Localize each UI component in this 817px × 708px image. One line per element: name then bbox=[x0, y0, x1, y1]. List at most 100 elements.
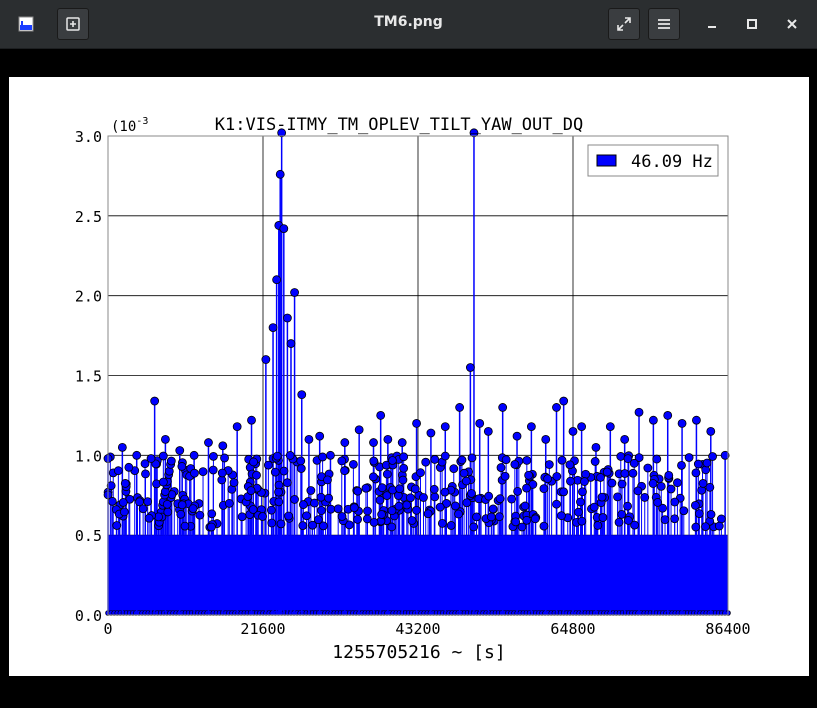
cloud-point bbox=[670, 497, 680, 507]
cloud-point bbox=[282, 478, 292, 488]
cloud-point bbox=[120, 479, 130, 488]
close-icon bbox=[787, 19, 797, 29]
cloud-point bbox=[124, 462, 134, 472]
cloud-point bbox=[435, 502, 445, 512]
data-point bbox=[512, 431, 522, 441]
cloud-point bbox=[361, 483, 371, 493]
cloud-point bbox=[369, 456, 379, 466]
cloud-point bbox=[706, 510, 716, 519]
cloud-point bbox=[698, 479, 708, 488]
cloud-point bbox=[629, 458, 639, 468]
cloud-point bbox=[596, 473, 605, 482]
displayed-image: 0.0 0.5 1.0 1.5 2.0 2.5 3.0 0 21600 43200 64800 864… bbox=[9, 77, 809, 676]
data-point bbox=[559, 396, 569, 406]
cloud-point bbox=[119, 507, 129, 517]
cloud-point bbox=[217, 468, 227, 478]
close-button[interactable] bbox=[778, 10, 806, 38]
cloud-point bbox=[430, 455, 440, 464]
x-tick-label: 0 bbox=[103, 620, 112, 638]
cloud-point bbox=[500, 471, 510, 481]
cloud-point bbox=[118, 498, 128, 507]
cloud-point bbox=[382, 469, 392, 479]
cloud-point bbox=[666, 484, 676, 494]
cloud-point bbox=[290, 495, 299, 504]
cloud-point bbox=[539, 484, 549, 494]
cloud-point bbox=[524, 470, 534, 480]
data-point bbox=[634, 407, 644, 417]
cloud-point bbox=[399, 452, 409, 462]
cloud-point bbox=[387, 506, 397, 516]
cloud-point bbox=[673, 478, 682, 488]
series-markers bbox=[103, 128, 730, 532]
cloud-point bbox=[495, 512, 504, 522]
cloud-point bbox=[258, 512, 267, 521]
cloud-point bbox=[660, 515, 670, 525]
cloud-point bbox=[530, 514, 540, 524]
cloud-point bbox=[163, 507, 173, 517]
cloud-point bbox=[337, 456, 347, 466]
cloud-point bbox=[522, 456, 532, 465]
cloud-point bbox=[484, 491, 494, 501]
cloud-point bbox=[363, 506, 372, 516]
cloud-point bbox=[340, 466, 349, 476]
data-point bbox=[483, 426, 493, 436]
cloud-point bbox=[387, 522, 397, 532]
cloud-point bbox=[326, 504, 336, 514]
cloud-point bbox=[166, 456, 176, 466]
cloud-point bbox=[617, 509, 627, 519]
cloud-point bbox=[522, 483, 531, 493]
cloud-point bbox=[565, 460, 575, 470]
cloud-point bbox=[421, 457, 431, 467]
cloud-point bbox=[440, 487, 450, 497]
main-menu-button[interactable] bbox=[648, 8, 680, 40]
cloud-point bbox=[323, 475, 332, 485]
data-point bbox=[591, 442, 601, 452]
cloud-point bbox=[112, 521, 122, 530]
cloud-point bbox=[296, 464, 306, 473]
cloud-point bbox=[270, 467, 280, 477]
cloud-point bbox=[495, 494, 505, 504]
hamburger-menu-icon bbox=[658, 19, 670, 29]
cloud-point bbox=[276, 519, 286, 529]
data-point bbox=[132, 450, 142, 460]
cloud-point bbox=[423, 509, 433, 519]
data-point bbox=[297, 390, 307, 400]
cloud-point bbox=[653, 498, 663, 507]
fullscreen-button[interactable] bbox=[608, 8, 640, 40]
x-tick-label: 64800 bbox=[550, 620, 595, 638]
cloud-point bbox=[298, 521, 308, 531]
data-point bbox=[369, 438, 378, 447]
cloud-point bbox=[412, 505, 421, 515]
cloud-point bbox=[677, 460, 686, 470]
maximize-button[interactable] bbox=[738, 10, 766, 38]
cloud-point bbox=[353, 486, 363, 496]
cloud-point bbox=[486, 512, 496, 522]
cloud-point bbox=[511, 517, 521, 527]
app-icon-button[interactable] bbox=[12, 10, 40, 38]
cloud-point bbox=[640, 493, 650, 502]
cloud-point bbox=[656, 481, 666, 491]
new-window-button[interactable] bbox=[57, 8, 89, 40]
cloud-point bbox=[209, 451, 218, 461]
cloud-point bbox=[539, 521, 549, 531]
cloud-point bbox=[267, 518, 277, 528]
cloud-point bbox=[613, 492, 622, 502]
cloud-point bbox=[566, 476, 575, 486]
cloud-point bbox=[457, 455, 467, 465]
cloud-point bbox=[714, 521, 724, 531]
cloud-point bbox=[177, 462, 187, 471]
data-point bbox=[326, 450, 335, 460]
data-point bbox=[397, 438, 407, 447]
chart-svg: 0.0 0.5 1.0 1.5 2.0 2.5 3.0 0 21600 43200 64800 864… bbox=[75, 115, 751, 663]
cloud-point bbox=[693, 459, 703, 469]
cloud-point bbox=[348, 459, 358, 469]
minimize-button[interactable] bbox=[698, 10, 726, 38]
data-point bbox=[412, 418, 421, 428]
cloud-point bbox=[670, 514, 679, 524]
cloud-point bbox=[398, 475, 408, 485]
data-point bbox=[498, 403, 508, 412]
y-tick-label: 2.0 bbox=[75, 288, 102, 306]
cloud-point bbox=[513, 486, 523, 496]
cloud-point bbox=[180, 521, 190, 531]
legend: 46.09 Hz bbox=[587, 144, 719, 177]
